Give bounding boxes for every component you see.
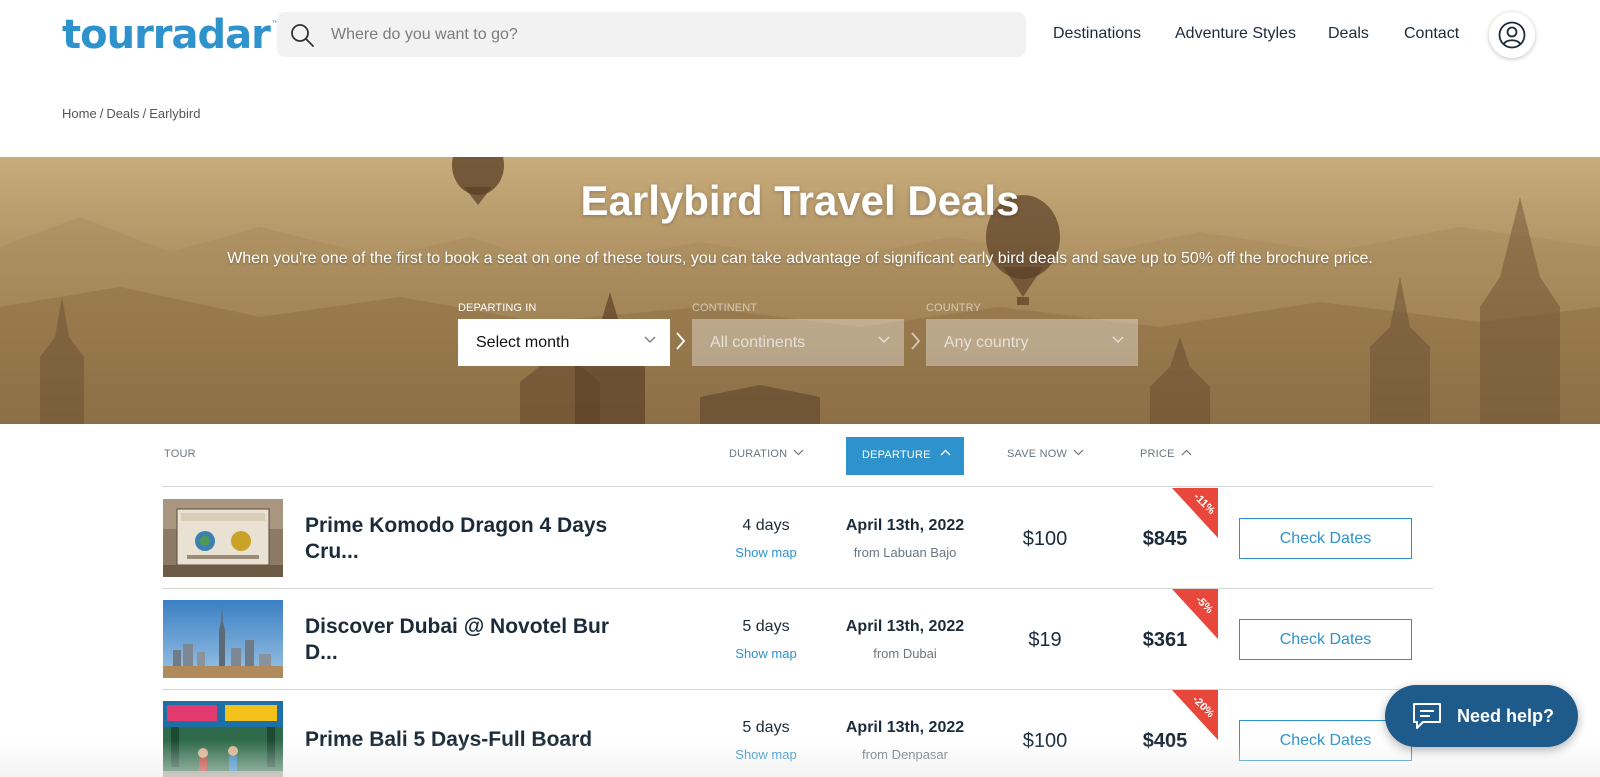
tour-thumbnail-bali[interactable] xyxy=(163,701,283,777)
table-divider xyxy=(162,486,1433,487)
check-dates-button[interactable]: Check Dates xyxy=(1239,619,1412,660)
departure-date: April 13th, 2022 xyxy=(845,719,965,736)
column-header-tour: TOUR xyxy=(164,448,196,460)
breadcrumb-home[interactable]: Home xyxy=(62,106,97,121)
chevron-down-icon xyxy=(1073,449,1084,456)
column-header-save-now[interactable]: SAVE NOW xyxy=(1007,448,1084,460)
tour-image xyxy=(163,701,283,777)
discount-ribbon: -11% xyxy=(1172,488,1218,538)
table-row: Prime Komodo Dragon 4 Days Cru... 4 days… xyxy=(0,488,1600,588)
search-bar[interactable] xyxy=(277,12,1026,57)
breadcrumb-deals[interactable]: Deals xyxy=(106,106,139,121)
chevron-down-icon xyxy=(1112,336,1124,343)
filter-label-departing: DEPARTING IN xyxy=(458,302,537,314)
nav-adventure-styles[interactable]: Adventure Styles xyxy=(1175,25,1296,43)
search-input[interactable] xyxy=(331,12,1011,57)
continent-select[interactable]: All continents xyxy=(692,319,904,366)
month-select[interactable]: Select month xyxy=(458,319,670,366)
tour-thumbnail-komodo[interactable] xyxy=(163,499,283,577)
chevron-up-icon xyxy=(940,449,951,456)
table-row: Prime Bali 5 Days-Full Board 5 days Show… xyxy=(0,690,1600,777)
chevron-down-icon xyxy=(793,449,804,456)
breadcrumb-current: Earlybird xyxy=(149,106,201,121)
page-subtitle: When you're one of the first to book a s… xyxy=(227,250,1373,267)
tour-name[interactable]: Prime Bali 5 Days-Full Board xyxy=(305,727,625,753)
country-select[interactable]: Any country xyxy=(926,319,1138,366)
departure-from: from Labuan Bajo xyxy=(853,545,957,560)
breadcrumb: Home / Deals / Earlybird xyxy=(62,106,200,121)
save-amount: $19 xyxy=(1028,629,1062,651)
tour-image xyxy=(163,600,283,678)
tourradar-logo[interactable]: tourradar™ xyxy=(62,12,280,58)
nav-deals[interactable]: Deals xyxy=(1328,25,1369,43)
show-map-link[interactable]: Show map xyxy=(700,545,832,560)
save-amount: $100 xyxy=(1022,730,1068,752)
tour-duration: 5 days xyxy=(742,618,790,635)
site-header: tourradar™ Destinations Adventure Styles… xyxy=(0,0,1600,70)
column-header-duration-label: DURATION xyxy=(729,448,788,460)
departure-from: from Dubai xyxy=(873,646,937,661)
continent-select-value: All continents xyxy=(710,334,806,351)
account-button[interactable] xyxy=(1489,12,1535,58)
chevron-right-icon xyxy=(911,332,921,350)
tour-name[interactable]: Prime Komodo Dragon 4 Days Cru... xyxy=(305,513,625,565)
tour-name[interactable]: Discover Dubai @ Novotel Bur D... xyxy=(305,614,625,666)
tour-duration: 5 days xyxy=(742,719,790,736)
tour-image xyxy=(163,499,283,577)
nav-contact[interactable]: Contact xyxy=(1404,25,1459,43)
departure-from: from Denpasar xyxy=(862,747,948,762)
chevron-up-icon xyxy=(1181,449,1192,456)
table-row: Discover Dubai @ Novotel Bur D... 5 days… xyxy=(0,589,1600,689)
column-header-departure-label: DEPARTURE xyxy=(862,449,931,461)
save-amount: $100 xyxy=(1022,528,1068,550)
column-header-save-now-label: SAVE NOW xyxy=(1007,448,1068,460)
tour-duration: 4 days xyxy=(742,517,790,534)
filter-label-continent: CONTINENT xyxy=(692,302,758,314)
month-select-value: Select month xyxy=(476,334,570,351)
departure-date: April 13th, 2022 xyxy=(845,618,965,635)
breadcrumb-separator: / xyxy=(142,106,147,121)
column-header-price[interactable]: PRICE xyxy=(1140,448,1192,460)
hero-banner: Earlybird Travel Deals When you're one o… xyxy=(0,157,1600,424)
column-header-departure[interactable]: DEPARTURE xyxy=(846,437,964,475)
tour-thumbnail-dubai[interactable] xyxy=(163,600,283,678)
need-help-label: Need help? xyxy=(1457,706,1555,726)
column-header-price-label: PRICE xyxy=(1140,448,1175,460)
search-icon xyxy=(291,24,314,47)
chevron-down-icon xyxy=(644,336,656,343)
user-icon xyxy=(1498,21,1526,49)
chat-icon xyxy=(1413,703,1441,729)
chevron-right-icon xyxy=(676,332,686,350)
show-map-link[interactable]: Show map xyxy=(700,646,832,661)
nav-destinations[interactable]: Destinations xyxy=(1053,25,1141,43)
show-map-link[interactable]: Show map xyxy=(700,747,832,762)
chevron-down-icon xyxy=(878,336,890,343)
need-help-button[interactable]: Need help? xyxy=(1385,685,1578,747)
logo-text: tourradar xyxy=(62,12,271,58)
page-title: Earlybird Travel Deals xyxy=(580,177,1020,224)
column-header-duration[interactable]: DURATION xyxy=(729,448,804,460)
check-dates-button[interactable]: Check Dates xyxy=(1239,518,1412,559)
breadcrumb-separator: / xyxy=(99,106,104,121)
discount-ribbon: -20% xyxy=(1172,690,1218,740)
discount-ribbon: -5% xyxy=(1172,589,1218,639)
column-header-tour-label: TOUR xyxy=(164,448,196,460)
filter-label-country: COUNTRY xyxy=(926,302,981,314)
departure-date: April 13th, 2022 xyxy=(845,517,965,534)
country-select-value: Any country xyxy=(944,334,1029,351)
